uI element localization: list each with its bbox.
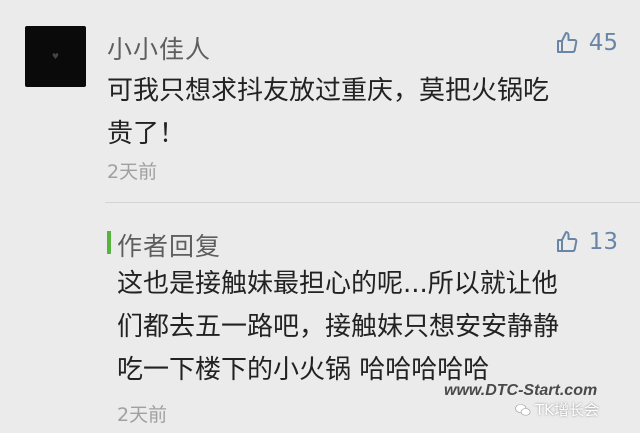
like-count: 45 [588,30,618,56]
author-reply-label: 作者回复 [117,232,222,261]
reply-like-button[interactable]: 13 [555,229,618,255]
reply-timestamp: 2天前 [117,404,168,426]
reply-line: 这也是接触妹最担心的呢...所以就让他 [117,269,558,299]
reply-like-count: 13 [588,229,618,255]
reply-indicator-bar [107,231,111,254]
username[interactable]: 小小佳人 [107,30,211,66]
reply-text: 这也是接触妹最担心的呢...所以就让他 们都去五一路吧，接触妹只想安安静静 吃一… [117,263,617,392]
divider [105,202,640,203]
watermark-url: www.DTC-Start.com [444,382,598,399]
watermark-brand: TK增长会 [514,399,599,420]
comment-text: 可我只想求抖友放过重庆，莫把火锅吃 贵了！ [107,70,617,156]
reply-line: 们都去五一路吧，接触妹只想安安静静 [117,312,560,342]
comment-item: ♥ 小小佳人 45 可我只想求抖友放过重庆，莫把火锅吃 贵了！ 2天前 [0,0,640,198]
heart-icon: ♥ [51,51,60,61]
comment-timestamp: 2天前 [107,161,158,183]
comment-line: 贵了！ [107,119,186,149]
avatar[interactable]: ♥ [25,26,86,87]
watermark-brand-text: TK增长会 [535,401,599,419]
thumbs-up-icon [556,32,578,53]
thumbs-up-icon [556,231,578,252]
like-button[interactable]: 45 [555,30,618,56]
comment-line: 可我只想求抖友放过重庆，莫把火锅吃 [107,76,550,106]
wechat-icon [515,403,531,416]
